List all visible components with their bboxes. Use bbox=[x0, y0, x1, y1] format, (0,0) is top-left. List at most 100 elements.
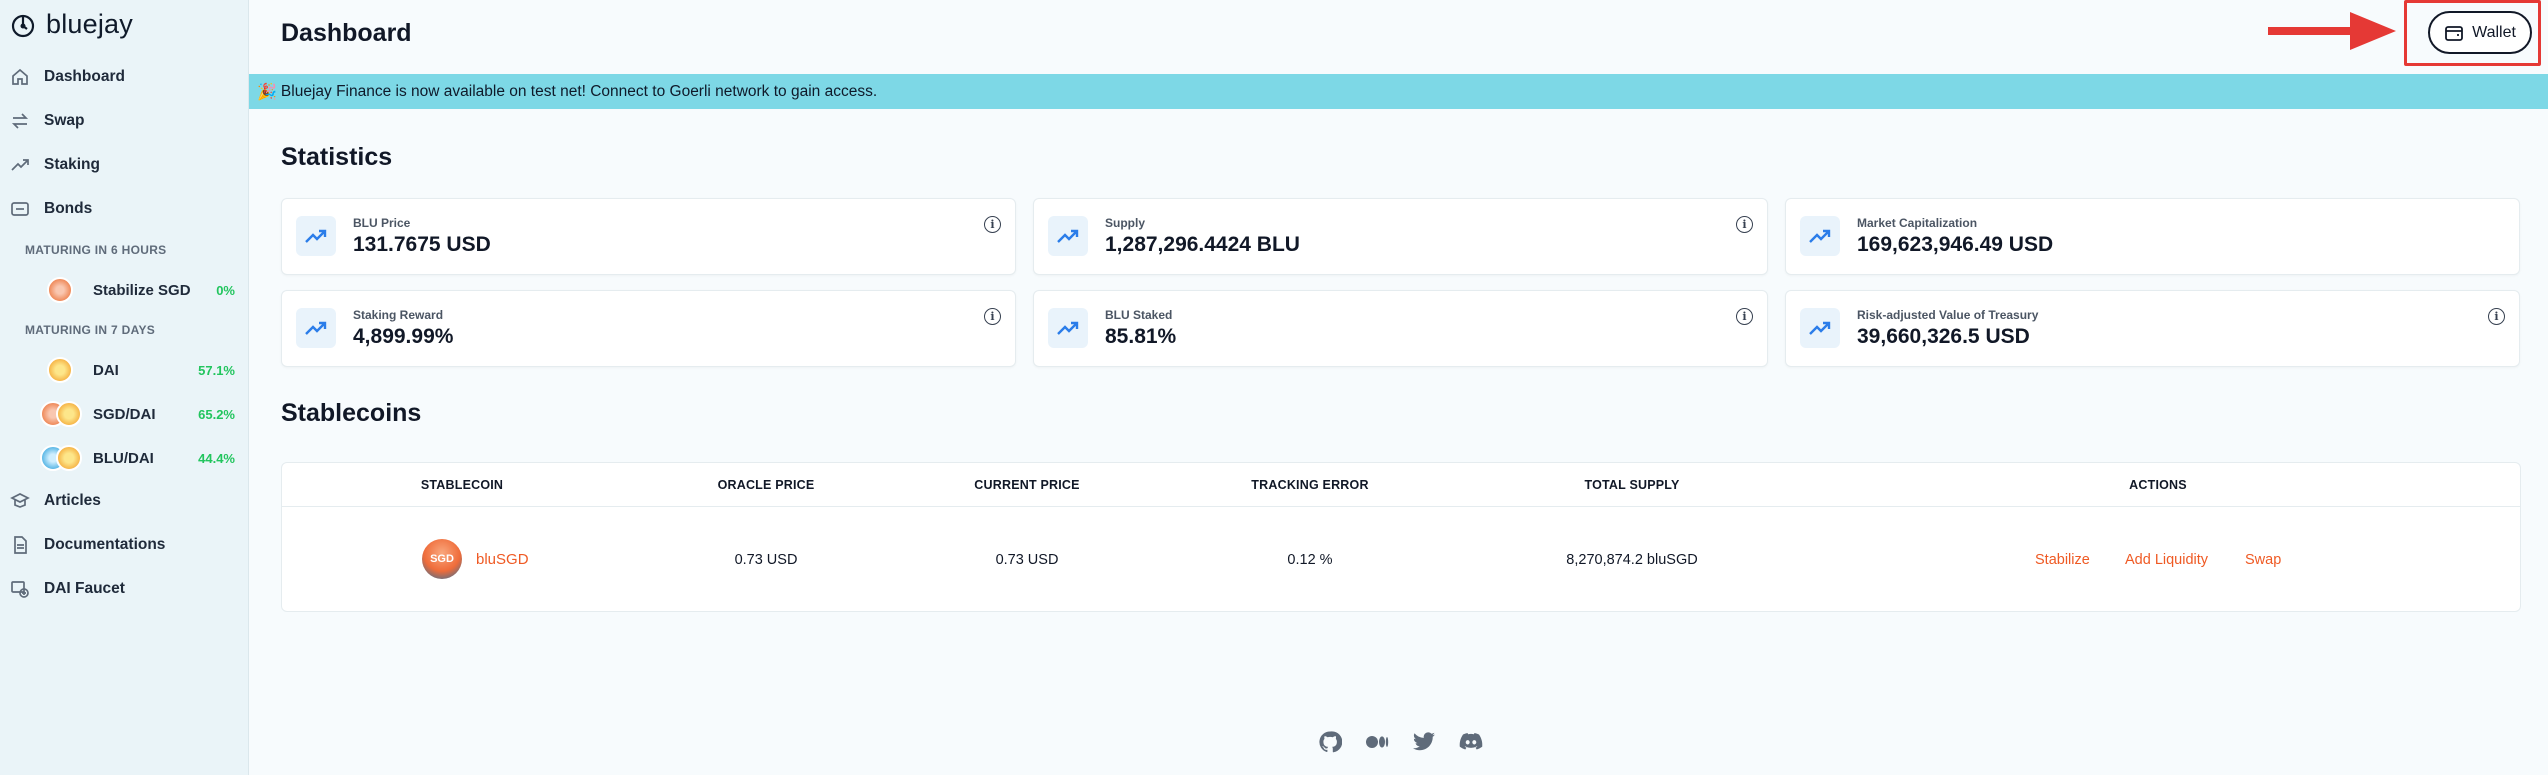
bond-item-blu-dai[interactable]: BLU/DAI 44.4% bbox=[40, 445, 235, 471]
bond-item-stabilize-sgd[interactable]: Stabilize SGD 0% bbox=[40, 277, 235, 303]
add-liquidity-link[interactable]: Add Liquidity bbox=[2125, 552, 2208, 568]
dai-coin-icon bbox=[56, 445, 82, 471]
stat-label: Market Capitalization bbox=[1857, 216, 1978, 230]
party-icon: 🎉 bbox=[257, 83, 277, 101]
sidebar-item-dashboard[interactable]: Dashboard bbox=[10, 67, 125, 87]
bond-token-icons bbox=[40, 401, 93, 427]
stat-card: Staking Reward 4,899.99% i bbox=[281, 290, 1016, 367]
bluejay-logo-icon bbox=[11, 14, 35, 37]
total-supply-cell: 8,270,874.2 bluSGD bbox=[1566, 552, 1698, 568]
bond-discount: 0% bbox=[216, 282, 235, 298]
stat-label: BLU Staked bbox=[1105, 308, 1173, 322]
stat-value: 4,899.99% bbox=[353, 325, 454, 348]
bond-token-icons bbox=[40, 445, 93, 471]
stat-value: 1,287,296.4424 BLU bbox=[1105, 233, 1300, 256]
sgd-coin-icon: SGD bbox=[422, 539, 462, 579]
faucet-icon bbox=[11, 581, 29, 598]
red-arrow-annotation bbox=[2268, 12, 2396, 50]
sidebar-item-label: Dashboard bbox=[44, 68, 125, 85]
github-icon[interactable] bbox=[1318, 730, 1342, 754]
bond-name: Stabilize SGD bbox=[93, 281, 191, 299]
page-title: Dashboard bbox=[281, 19, 412, 47]
column-header-stablecoin: STABLECOIN bbox=[420, 478, 504, 492]
stat-value: 85.81% bbox=[1105, 325, 1177, 348]
twitter-icon[interactable] bbox=[1412, 730, 1436, 754]
info-icon[interactable]: i bbox=[2488, 308, 2505, 325]
sidebar-item-label: Staking bbox=[44, 156, 100, 173]
trend-up-icon bbox=[1048, 216, 1088, 256]
articles-icon bbox=[10, 493, 30, 508]
current-price-cell: 0.73 USD bbox=[995, 552, 1059, 568]
sidebar-item-label: DAI Faucet bbox=[44, 580, 125, 597]
sgd-coin-icon bbox=[47, 277, 73, 303]
bond-icon bbox=[11, 202, 29, 216]
stat-label: Staking Reward bbox=[353, 308, 444, 322]
sidebar-item-label: Swap bbox=[44, 112, 85, 129]
home-icon bbox=[12, 68, 28, 85]
discord-icon[interactable] bbox=[1459, 730, 1483, 754]
dai-coin-icon bbox=[56, 401, 82, 427]
info-icon[interactable]: i bbox=[1736, 308, 1753, 325]
column-header-oracle-price: ORACLE PRICE bbox=[717, 478, 815, 492]
dai-coin-icon bbox=[47, 357, 73, 383]
bond-name: SGD/DAI bbox=[93, 405, 156, 423]
sidebar-item-bonds[interactable]: Bonds bbox=[10, 199, 92, 219]
sidebar-item-documentations[interactable]: Documentations bbox=[10, 535, 165, 555]
section-label-7-days: MATURING IN 7 DAYS bbox=[25, 323, 156, 337]
sidebar-item-label: Articles bbox=[44, 492, 101, 509]
bond-item-dai[interactable]: DAI 57.1% bbox=[40, 357, 235, 383]
trend-icon bbox=[11, 159, 29, 171]
section-label-6-hours: MATURING IN 6 HOURS bbox=[25, 243, 167, 257]
bond-discount: 65.2% bbox=[198, 406, 235, 422]
sidebar-item-label: Documentations bbox=[44, 536, 166, 553]
info-icon[interactable]: i bbox=[984, 216, 1001, 233]
medium-icon[interactable] bbox=[1365, 730, 1389, 754]
stat-value: 131.7675 USD bbox=[353, 233, 491, 256]
stat-card: BLU Price 131.7675 USD i bbox=[281, 198, 1016, 275]
stat-card: Supply 1,287,296.4424 BLU i bbox=[1033, 198, 1768, 275]
info-icon[interactable]: i bbox=[1736, 216, 1753, 233]
column-header-tracking-error: TRACKING ERROR bbox=[1251, 478, 1369, 492]
stabilize-link[interactable]: Stabilize bbox=[2035, 552, 2090, 568]
column-header-actions: ACTIONS bbox=[2129, 478, 2187, 492]
bond-discount: 57.1% bbox=[198, 362, 235, 378]
stat-card: Risk-adjusted Value of Treasury 39,660,32… bbox=[1785, 290, 2520, 367]
wallet-button[interactable]: Wallet bbox=[2428, 11, 2532, 54]
wallet-button-label: Wallet bbox=[2472, 23, 2516, 41]
stablecoins-table: STABLECOIN ORACLE PRICE CURRENT PRICE TR… bbox=[281, 462, 2521, 612]
stat-label: Risk-adjusted Value of Treasury bbox=[1857, 308, 2039, 322]
swap-icon bbox=[11, 113, 29, 129]
sidebar-item-dai-faucet[interactable]: DAI Faucet bbox=[10, 579, 125, 599]
banner-text: Bluejay Finance is now available on test… bbox=[280, 82, 878, 100]
brand-logo[interactable]: bluejay bbox=[10, 9, 133, 40]
stat-card: BLU Staked 85.81% i bbox=[1033, 290, 1768, 367]
bond-name: BLU/DAI bbox=[93, 449, 154, 467]
bond-token-icons bbox=[40, 277, 93, 303]
stat-value: 39,660,326.5 USD bbox=[1857, 325, 2030, 348]
stat-label: Supply bbox=[1105, 216, 1146, 230]
bond-discount: 44.4% bbox=[198, 450, 235, 466]
wallet-icon bbox=[2445, 25, 2463, 41]
trend-up-icon bbox=[296, 216, 336, 256]
stablecoin-cell[interactable]: SGD bluSGD bbox=[422, 539, 529, 579]
sidebar-item-articles[interactable]: Articles bbox=[10, 491, 101, 511]
trend-up-icon bbox=[1800, 216, 1840, 256]
swap-link[interactable]: Swap bbox=[2245, 552, 2281, 568]
bond-token-icons bbox=[40, 357, 93, 383]
trend-up-icon bbox=[1048, 308, 1088, 348]
announcement-banner: 🎉 Bluejay Finance is now available on te… bbox=[249, 74, 2548, 109]
trend-up-icon bbox=[296, 308, 336, 348]
stat-value: 169,623,946.49 USD bbox=[1857, 233, 2054, 256]
info-icon[interactable]: i bbox=[984, 308, 1001, 325]
brand-name: bluejay bbox=[46, 9, 133, 39]
bond-item-sgd-dai[interactable]: SGD/DAI 65.2% bbox=[40, 401, 235, 427]
trend-up-icon bbox=[1800, 308, 1840, 348]
column-header-current-price: CURRENT PRICE bbox=[974, 478, 1080, 492]
oracle-price-cell: 0.73 USD bbox=[734, 552, 798, 568]
bond-name: DAI bbox=[93, 361, 119, 379]
sidebar-item-staking[interactable]: Staking bbox=[10, 155, 100, 175]
sidebar-item-swap[interactable]: Swap bbox=[10, 111, 84, 131]
document-icon bbox=[14, 536, 27, 554]
tracking-error-cell: 0.12 % bbox=[1287, 552, 1333, 568]
statistics-title: Statistics bbox=[281, 143, 393, 171]
